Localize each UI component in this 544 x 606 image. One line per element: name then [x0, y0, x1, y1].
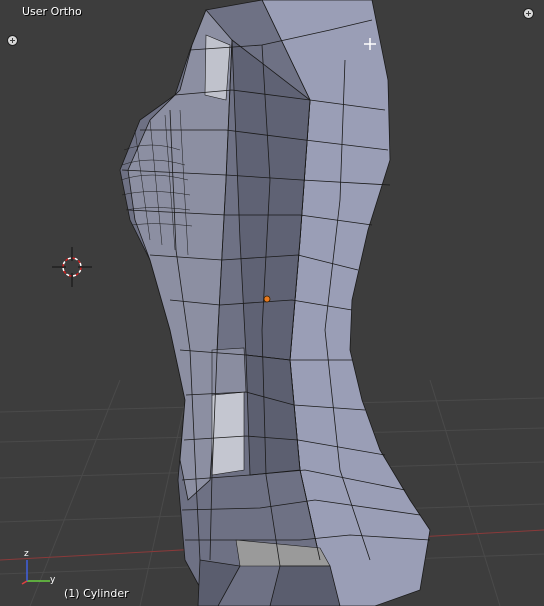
axis-z-label: z — [24, 549, 29, 559]
scene-canvas[interactable]: y z — [0, 0, 544, 606]
3d-cursor-icon[interactable] — [52, 247, 92, 287]
axis-y-label: y — [50, 575, 56, 585]
object-info-label: (1) Cylinder — [64, 587, 129, 600]
plus-circle-icon[interactable] — [8, 36, 17, 45]
3d-viewport[interactable]: y z User Ortho (1) Cylinder — [0, 0, 544, 606]
view-mode-label: User Ortho — [22, 5, 82, 18]
cylinder-mesh[interactable] — [119, 0, 431, 606]
object-origin-icon[interactable] — [263, 295, 271, 303]
plus-circle-icon[interactable] — [524, 9, 533, 18]
